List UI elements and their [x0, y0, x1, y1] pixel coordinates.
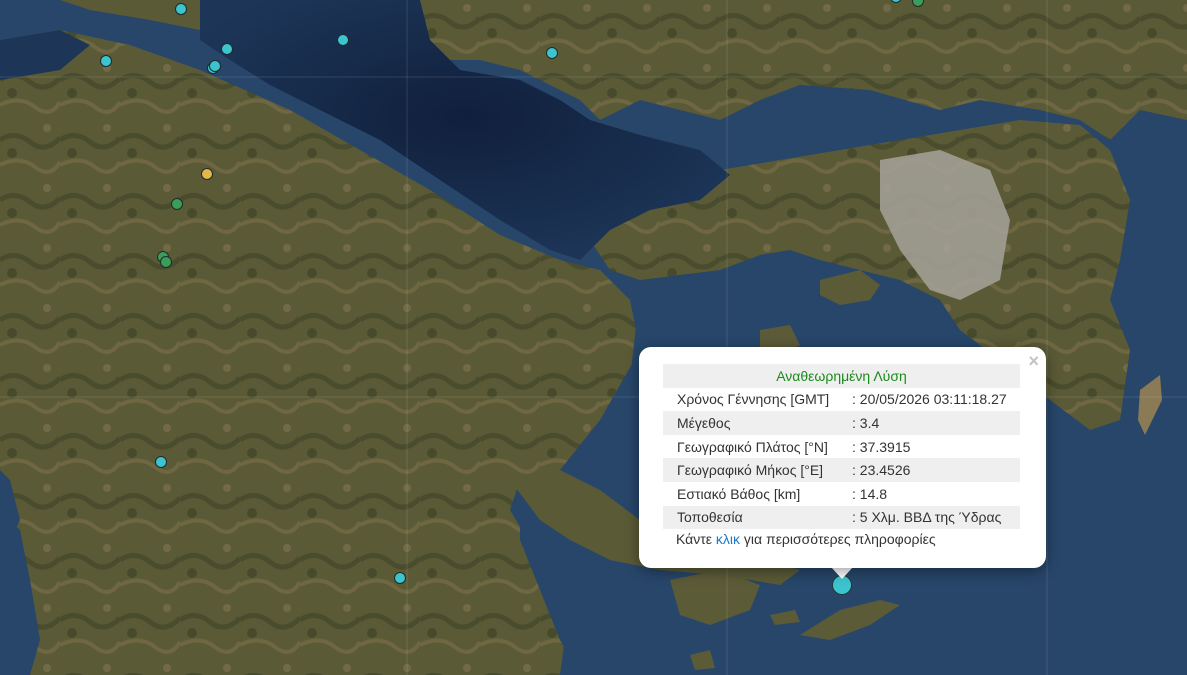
magnitude-value: : 3.4	[852, 411, 1020, 435]
more-info-text: Κάντε κλικ για περισσότερες πληροφορίες	[676, 531, 936, 547]
earthquake-marker[interactable]	[201, 168, 213, 180]
earthquake-marker[interactable]	[171, 198, 183, 210]
earthquake-marker[interactable]	[546, 47, 558, 59]
more-info-link[interactable]: κλικ	[716, 531, 740, 547]
earthquake-marker[interactable]	[337, 34, 349, 46]
more-info-prefix: Κάντε	[676, 531, 716, 547]
depth-value: : 14.8	[852, 485, 888, 502]
depth-label: Εστιακό Βάθος [km]	[677, 485, 801, 502]
earthquake-marker[interactable]	[155, 456, 167, 468]
earthquake-marker[interactable]	[160, 256, 172, 268]
longitude-value: : 23.4526	[852, 458, 1020, 482]
location-label: Τοποθεσία	[663, 505, 852, 530]
earthquake-marker[interactable]	[394, 572, 406, 584]
origin-time-value: : 20/05/2026 03:11:18.27	[852, 391, 1007, 408]
origin-time-label: Χρόνος Γέννησης [GMT]	[677, 391, 830, 408]
popup-title: Αναθεωρημένη Λύση	[663, 364, 1020, 388]
earthquake-details-table: Αναθεωρημένη Λύση Χρόνος Γέννησης [GMT] …	[663, 364, 1020, 530]
magnitude-label: Μέγεθος	[663, 411, 852, 435]
location-value: : 5 Χλμ. ΒΒΔ της Ύδρας	[852, 505, 1020, 530]
earthquake-marker[interactable]	[209, 60, 221, 72]
more-info-suffix: για περισσότερες πληροφορίες	[740, 531, 936, 547]
earthquake-marker[interactable]	[221, 43, 233, 55]
popup-tip	[831, 567, 853, 579]
earthquake-marker[interactable]	[100, 55, 112, 67]
latitude-value: : 37.3915	[852, 438, 911, 455]
close-icon[interactable]: ×	[1028, 351, 1039, 371]
latitude-label: Γεωγραφικό Πλάτος [°N]	[677, 438, 828, 455]
satellite-map-imagery	[0, 0, 1187, 675]
earthquake-info-popup: × Αναθεωρημένη Λύση Χρόνος Γέννησης [GMT…	[639, 347, 1046, 568]
satellite-map[interactable]	[0, 0, 1187, 675]
earthquake-marker[interactable]	[175, 3, 187, 15]
longitude-label: Γεωγραφικό Μήκος [°E]	[663, 458, 852, 482]
